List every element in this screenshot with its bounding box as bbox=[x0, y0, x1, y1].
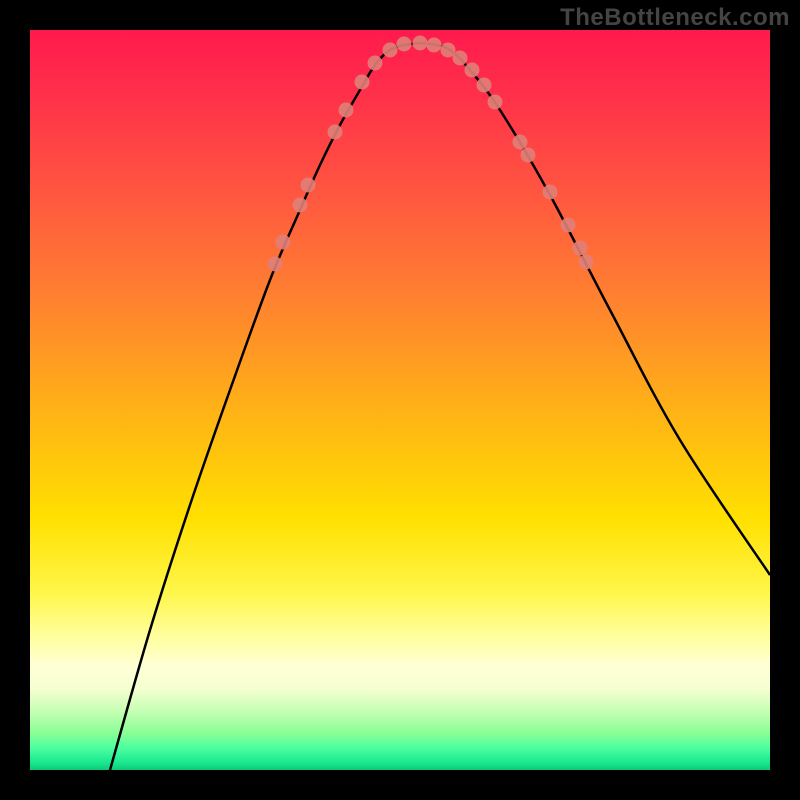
data-marker bbox=[328, 125, 343, 140]
data-marker bbox=[573, 241, 588, 256]
data-marker bbox=[397, 37, 412, 52]
bottleneck-curve bbox=[110, 43, 770, 770]
data-marker bbox=[339, 103, 354, 118]
data-marker bbox=[383, 43, 398, 58]
data-marker bbox=[368, 56, 383, 71]
curve-svg bbox=[30, 30, 770, 770]
data-marker bbox=[465, 63, 480, 78]
curve-group bbox=[110, 43, 770, 770]
data-marker bbox=[561, 218, 576, 233]
data-marker bbox=[521, 148, 536, 163]
chart-frame: TheBottleneck.com bbox=[0, 0, 800, 800]
data-marker bbox=[293, 198, 308, 213]
data-marker bbox=[453, 51, 468, 66]
data-marker bbox=[276, 235, 291, 250]
data-marker bbox=[413, 36, 428, 51]
data-marker bbox=[355, 75, 370, 90]
data-marker bbox=[427, 38, 442, 53]
data-marker bbox=[477, 78, 492, 93]
data-marker bbox=[301, 178, 316, 193]
watermark-text: TheBottleneck.com bbox=[560, 4, 790, 32]
data-marker bbox=[513, 135, 528, 150]
data-marker bbox=[543, 185, 558, 200]
plot-area bbox=[30, 30, 770, 770]
data-marker bbox=[488, 95, 503, 110]
data-marker bbox=[579, 255, 594, 270]
marker-group bbox=[268, 36, 594, 272]
data-marker bbox=[268, 257, 283, 272]
